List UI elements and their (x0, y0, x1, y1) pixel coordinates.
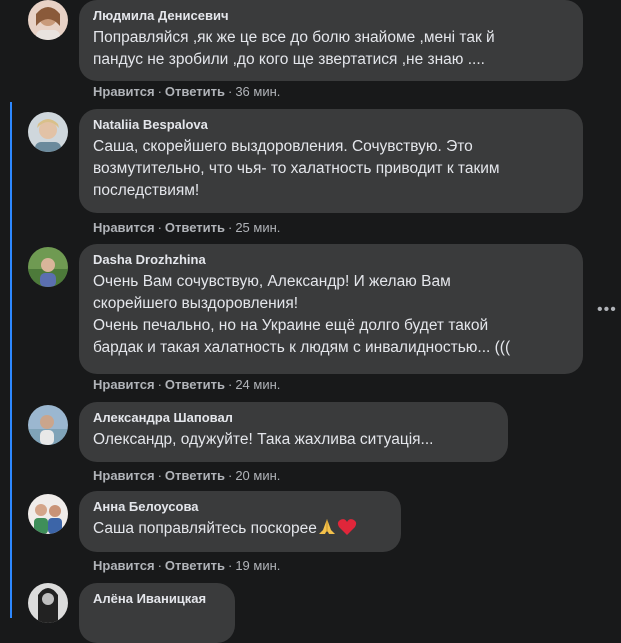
separator-dot: · (157, 558, 162, 573)
more-options-icon[interactable]: ••• (597, 301, 617, 319)
like-button[interactable]: Нравится (93, 468, 155, 483)
comment-text: Поправляйся ,як же це все до болю знайом… (93, 29, 495, 68)
comment-time[interactable]: 19 мин. (235, 558, 280, 573)
comment-bubble: Nataliia Bespalova Саша, скорейшего вызд… (79, 109, 583, 213)
comment-actions: Нравится · Ответить · 36 мин. (93, 84, 280, 99)
avatar[interactable] (28, 494, 68, 534)
separator-dot: · (227, 84, 233, 99)
reply-button[interactable]: Ответить (165, 84, 225, 99)
comment-author[interactable]: Nataliia Bespalova (93, 117, 571, 133)
separator-dot: · (227, 220, 233, 235)
comment-text-content: Саша поправляйтесь поскорее (93, 520, 317, 537)
comment-author[interactable]: Dasha Drozhzhina (93, 252, 571, 268)
like-button[interactable]: Нравится (93, 220, 155, 235)
separator-dot: · (227, 377, 233, 392)
like-button[interactable]: Нравится (93, 377, 155, 392)
comment-time[interactable]: 20 мин. (235, 468, 280, 483)
comment-actions: Нравится · Ответить · 20 мин. (93, 468, 280, 483)
separator-dot: · (157, 377, 162, 392)
comment-bubble: Анна Белоусова Саша поправляйтесь поскор… (79, 491, 401, 552)
praying-hands-icon (317, 518, 337, 543)
separator-dot: · (227, 558, 233, 573)
like-button[interactable]: Нравится (93, 84, 155, 99)
reply-button[interactable]: Ответить (165, 220, 225, 235)
comment-bubble: Александра Шаповал Олександр, одужуйте! … (79, 402, 508, 462)
comment-text: Олександр, одужуйте! Така жахлива ситуац… (93, 431, 434, 448)
separator-dot: · (227, 468, 233, 483)
avatar[interactable] (28, 405, 68, 445)
comment-bubble: Людмила Денисевич Поправляйся ,як же це … (79, 0, 583, 81)
comment-time[interactable]: 24 мин. (235, 377, 280, 392)
comment-author[interactable]: Алёна Иваницкая (93, 591, 223, 607)
comment-text: Саша, скорейшего выздоровления. Сочувств… (93, 138, 500, 199)
comment-bubble: Алёна Иваницкая (79, 583, 235, 643)
comment-text: Саша поправляйтесь поскорее (93, 518, 389, 543)
comment-bubble: Dasha Drozhzhina Очень Вам сочувствую, А… (79, 244, 583, 374)
avatar[interactable] (28, 247, 68, 287)
comment-actions: Нравится · Ответить · 25 мин. (93, 220, 280, 235)
separator-dot: · (157, 84, 162, 99)
reply-button[interactable]: Ответить (165, 558, 225, 573)
reply-thread-line (10, 102, 12, 618)
red-heart-icon (337, 518, 357, 543)
comment-author[interactable]: Александра Шаповал (93, 410, 496, 426)
avatar[interactable] (28, 0, 68, 40)
separator-dot: · (157, 468, 162, 483)
comment-author[interactable]: Людмила Денисевич (93, 8, 571, 24)
comment-time[interactable]: 36 мин. (235, 84, 280, 99)
comment-author[interactable]: Анна Белоусова (93, 499, 389, 515)
comment-actions: Нравится · Ответить · 24 мин. (93, 377, 280, 392)
comment-actions: Нравится · Ответить · 19 мин. (93, 558, 280, 573)
comment-time[interactable]: 25 мин. (235, 220, 280, 235)
avatar[interactable] (28, 583, 68, 623)
comment-text: Очень Вам сочувствую, Александр! И желаю… (93, 273, 511, 356)
reply-button[interactable]: Ответить (165, 468, 225, 483)
reply-button[interactable]: Ответить (165, 377, 225, 392)
like-button[interactable]: Нравится (93, 558, 155, 573)
avatar[interactable] (28, 112, 68, 152)
separator-dot: · (157, 220, 162, 235)
